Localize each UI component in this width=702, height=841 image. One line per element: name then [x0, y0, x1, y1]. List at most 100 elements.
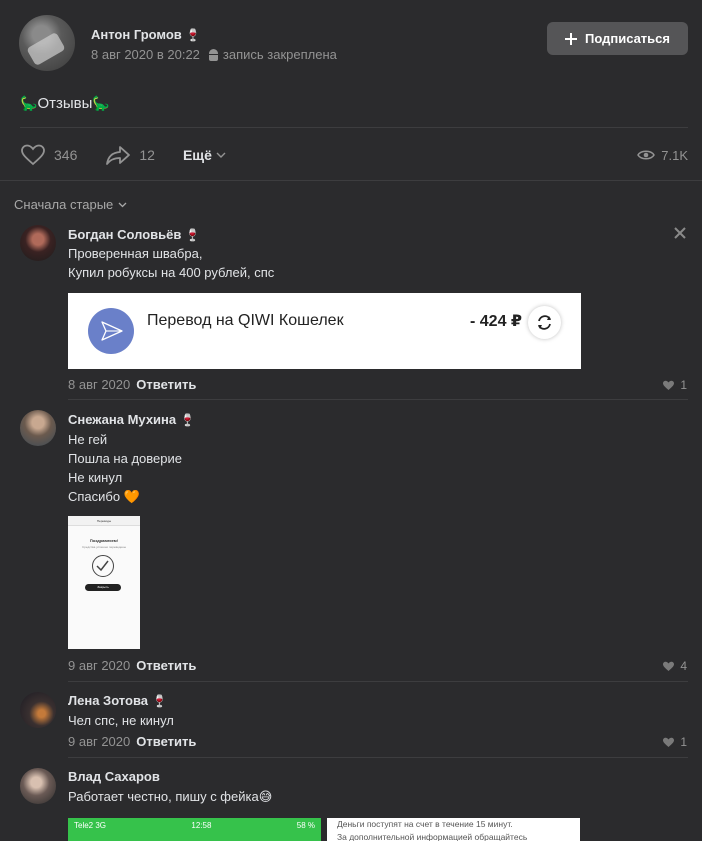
paper-plane-icon: [101, 321, 123, 341]
heart-icon: [21, 144, 45, 166]
comment-author[interactable]: Влад Сахаров: [68, 769, 160, 784]
battery-label: 58 %: [296, 821, 315, 830]
author-name[interactable]: Антон Громов 🍷: [91, 27, 201, 42]
qiwi-receipt-image[interactable]: Перевод на QIWI Кошелек - 424 ₽: [68, 293, 581, 369]
carrier-label: Tele2 3G: [74, 821, 107, 830]
comment-avatar[interactable]: [20, 225, 56, 261]
comment-text: Чел спс, не кинул: [68, 711, 174, 730]
android-icon: [208, 48, 219, 61]
comment-line: Пошла на доверие: [68, 451, 182, 466]
comment-author-text[interactable]: Богдан Соловьёв: [68, 227, 181, 242]
qiwi-amount: - 424 ₽: [470, 313, 523, 330]
comment-text: Проверенная швабра, Купил робуксы на 400…: [68, 244, 274, 282]
comment-like-button[interactable]: 1: [662, 735, 687, 749]
comments-sort[interactable]: Сначала старые: [14, 197, 127, 212]
wine-emoji: 🍷: [152, 694, 167, 708]
wine-emoji: 🍷: [185, 28, 201, 42]
comment-meta: 8 авг 2020 Ответить: [68, 377, 196, 392]
share-count: 12: [139, 147, 155, 163]
comment-author-text[interactable]: Влад Сахаров: [68, 769, 160, 784]
comment-like-count: 1: [680, 735, 687, 749]
post-text: 🦕Отзывы🦕: [20, 95, 110, 112]
chevron-down-icon: [216, 152, 226, 158]
comment-divider: [68, 399, 688, 400]
checkmark-icon: [92, 555, 114, 577]
comment-author-text[interactable]: Лена Зотова: [68, 693, 148, 708]
screenshot-button: Закрыть: [85, 584, 121, 591]
comment-line: Работает честно, пишу с фейка😅: [68, 789, 273, 804]
comment-like-count: 4: [680, 659, 687, 673]
share-icon: [106, 146, 131, 165]
views-counter: 7.1K: [637, 148, 688, 163]
chevron-down-icon: [118, 202, 127, 207]
bank-notice-image[interactable]: Деньги поступят на счет в течение 15 мин…: [327, 818, 580, 841]
comment-divider: [68, 681, 688, 682]
author-avatar[interactable]: [19, 15, 75, 71]
screenshot-header: Переводы: [68, 516, 140, 526]
comment-date[interactable]: 9 авг 2020: [68, 734, 130, 749]
status-time: 12:58: [191, 821, 212, 830]
more-label: Ещё: [182, 147, 212, 163]
pinned-label: запись закреплена: [222, 47, 337, 62]
refresh-icon: [528, 306, 561, 339]
comment-author[interactable]: Лена Зотова 🍷: [68, 693, 167, 708]
comment-date[interactable]: 9 авг 2020: [68, 658, 130, 673]
comment-like-button[interactable]: 4: [662, 659, 687, 673]
post-text-content: Отзывы: [37, 95, 93, 112]
author-name-text[interactable]: Антон Громов: [91, 27, 182, 42]
qiwi-title: Перевод на QIWI Кошелек: [147, 312, 344, 329]
reply-button[interactable]: Ответить: [136, 734, 196, 749]
comment-text: Работает честно, пишу с фейка😅: [68, 787, 272, 806]
comment-meta: 9 авг 2020 Ответить: [68, 734, 196, 749]
subscribe-label: Подписаться: [584, 31, 670, 46]
like-button[interactable]: 346: [20, 144, 77, 166]
post-meta: 8 авг 2020 в 20:22 запись закреплена: [91, 47, 337, 62]
comment-line: Не гей: [68, 432, 108, 447]
post-action-bar: 346 12 Ещё 7.1K: [20, 140, 688, 170]
notice-line: За дополнительной информацией обращайтес…: [337, 832, 528, 841]
comment-author[interactable]: Богдан Соловьёв 🍷: [68, 227, 200, 242]
qiwi-logo: [88, 308, 134, 354]
wine-emoji: 🍷: [180, 413, 196, 427]
comment-line: Не кинул: [68, 470, 123, 485]
screenshot-subtitle: Средства успешно переведены: [82, 545, 126, 549]
subscribe-button[interactable]: Подписаться: [547, 22, 688, 55]
screenshot-title: Поздравляем!: [89, 538, 119, 543]
dino-emoji: 🦕: [20, 95, 38, 111]
dino-emoji: 🦕: [92, 95, 110, 111]
plus-icon: [564, 32, 577, 45]
comment-line: Чел спс, не кинул: [68, 713, 174, 728]
like-count: 346: [54, 147, 78, 163]
eye-icon: [637, 150, 656, 160]
heart-icon: [663, 737, 675, 747]
comment-line: Проверенная швабра,: [68, 246, 203, 261]
payment-screenshot-image[interactable]: Переводы Поздравляем! Средства успешно п…: [68, 516, 140, 649]
comment-text: Не гей Пошла на доверие Не кинул Спасибо…: [68, 430, 182, 506]
comment-avatar[interactable]: [20, 692, 56, 728]
close-icon[interactable]: [673, 226, 687, 240]
post-date[interactable]: 8 авг 2020 в 20:22: [91, 47, 200, 62]
wine-emoji: 🍷: [185, 228, 201, 242]
reply-button[interactable]: Ответить: [136, 658, 196, 673]
views-count: 7.1K: [661, 147, 688, 163]
section-divider: [0, 180, 702, 181]
comment-avatar[interactable]: [20, 768, 56, 804]
share-button[interactable]: 12: [105, 144, 155, 166]
comment-like-button[interactable]: 1: [662, 378, 687, 392]
divider: [20, 127, 688, 128]
more-button[interactable]: Ещё: [183, 147, 226, 163]
comment-meta: 9 авг 2020 Ответить: [68, 658, 196, 673]
comment-like-count: 1: [680, 378, 687, 392]
post-header: Антон Громов 🍷 8 авг 2020 в 20:22 запись …: [0, 0, 702, 90]
notice-line: Деньги поступят на счет в течение 15 мин…: [337, 819, 513, 829]
reply-button[interactable]: Ответить: [136, 377, 196, 392]
comments-sort-label: Сначала старые: [14, 197, 114, 212]
phone-screenshot-image[interactable]: Tele2 3G 12:58 58 %: [68, 818, 321, 841]
comment-author-text[interactable]: Снежана Мухина: [68, 412, 176, 427]
comment-avatar[interactable]: [20, 410, 56, 446]
heart-icon: [663, 380, 675, 390]
comment-date[interactable]: 8 авг 2020: [68, 377, 130, 392]
comment-line: Купил робуксы на 400 рублей, спс: [68, 265, 275, 280]
comment-author[interactable]: Снежана Мухина 🍷: [68, 412, 195, 427]
notice-text: Деньги поступят на счет в течение 15 мин…: [337, 818, 527, 841]
